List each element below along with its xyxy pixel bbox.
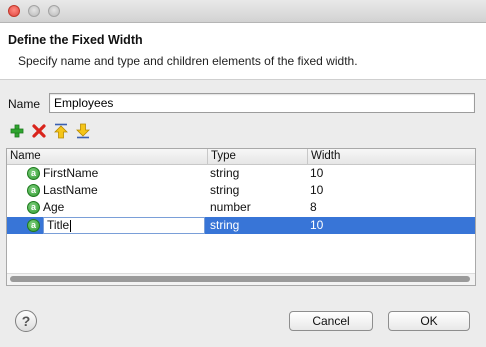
row-name-edit-field[interactable]: Title (43, 217, 205, 234)
row-width: 8 (310, 200, 317, 214)
scrollbar-thumb[interactable] (10, 276, 470, 282)
row-name: Title (47, 218, 70, 232)
zoom-window-button[interactable] (48, 5, 60, 17)
column-header-type[interactable]: Type (207, 149, 307, 164)
row-name: FirstName (43, 166, 99, 180)
close-window-button[interactable] (8, 5, 20, 17)
row-width: 10 (310, 218, 324, 232)
move-down-icon[interactable] (75, 123, 91, 139)
column-header-name[interactable]: Name (7, 149, 207, 164)
attribute-icon: a (27, 167, 40, 180)
row-type: string (210, 166, 240, 180)
table-row[interactable]: a LastName string 10 (7, 182, 475, 199)
table-header: Name Type Width (7, 149, 475, 165)
table-row-selected[interactable]: a Title string 10 (7, 217, 475, 234)
elements-table: Name Type Width a FirstName string 10 a … (6, 148, 476, 286)
move-up-icon[interactable] (53, 123, 69, 139)
add-icon[interactable] (9, 123, 25, 139)
row-type: string (210, 218, 240, 232)
cancel-button[interactable]: Cancel (289, 311, 373, 331)
dialog-header: Define the Fixed Width Specify name and … (0, 23, 486, 80)
dialog-title: Define the Fixed Width (8, 33, 143, 47)
table-row[interactable]: a Age number 8 (7, 199, 475, 216)
row-type: string (210, 183, 240, 197)
name-input[interactable] (49, 93, 475, 113)
row-name: Age (43, 200, 65, 214)
row-type: number (210, 200, 251, 214)
attribute-icon: a (27, 201, 40, 214)
help-button[interactable]: ? (15, 310, 37, 332)
row-width: 10 (310, 166, 324, 180)
dialog-description: Specify name and type and children eleme… (18, 54, 358, 68)
delete-icon[interactable] (31, 123, 47, 139)
ok-button[interactable]: OK (388, 311, 470, 331)
dialog-window: Define the Fixed Width Specify name and … (0, 0, 486, 347)
attribute-icon: a (27, 219, 40, 232)
horizontal-scrollbar[interactable] (7, 273, 475, 285)
column-header-width[interactable]: Width (307, 149, 475, 164)
attribute-icon: a (27, 184, 40, 197)
minimize-window-button[interactable] (28, 5, 40, 17)
table-row[interactable]: a FirstName string 10 (7, 165, 475, 182)
title-bar (0, 0, 486, 23)
row-width: 10 (310, 183, 324, 197)
text-caret (70, 219, 72, 232)
name-label: Name (8, 97, 41, 111)
row-name: LastName (43, 183, 98, 197)
